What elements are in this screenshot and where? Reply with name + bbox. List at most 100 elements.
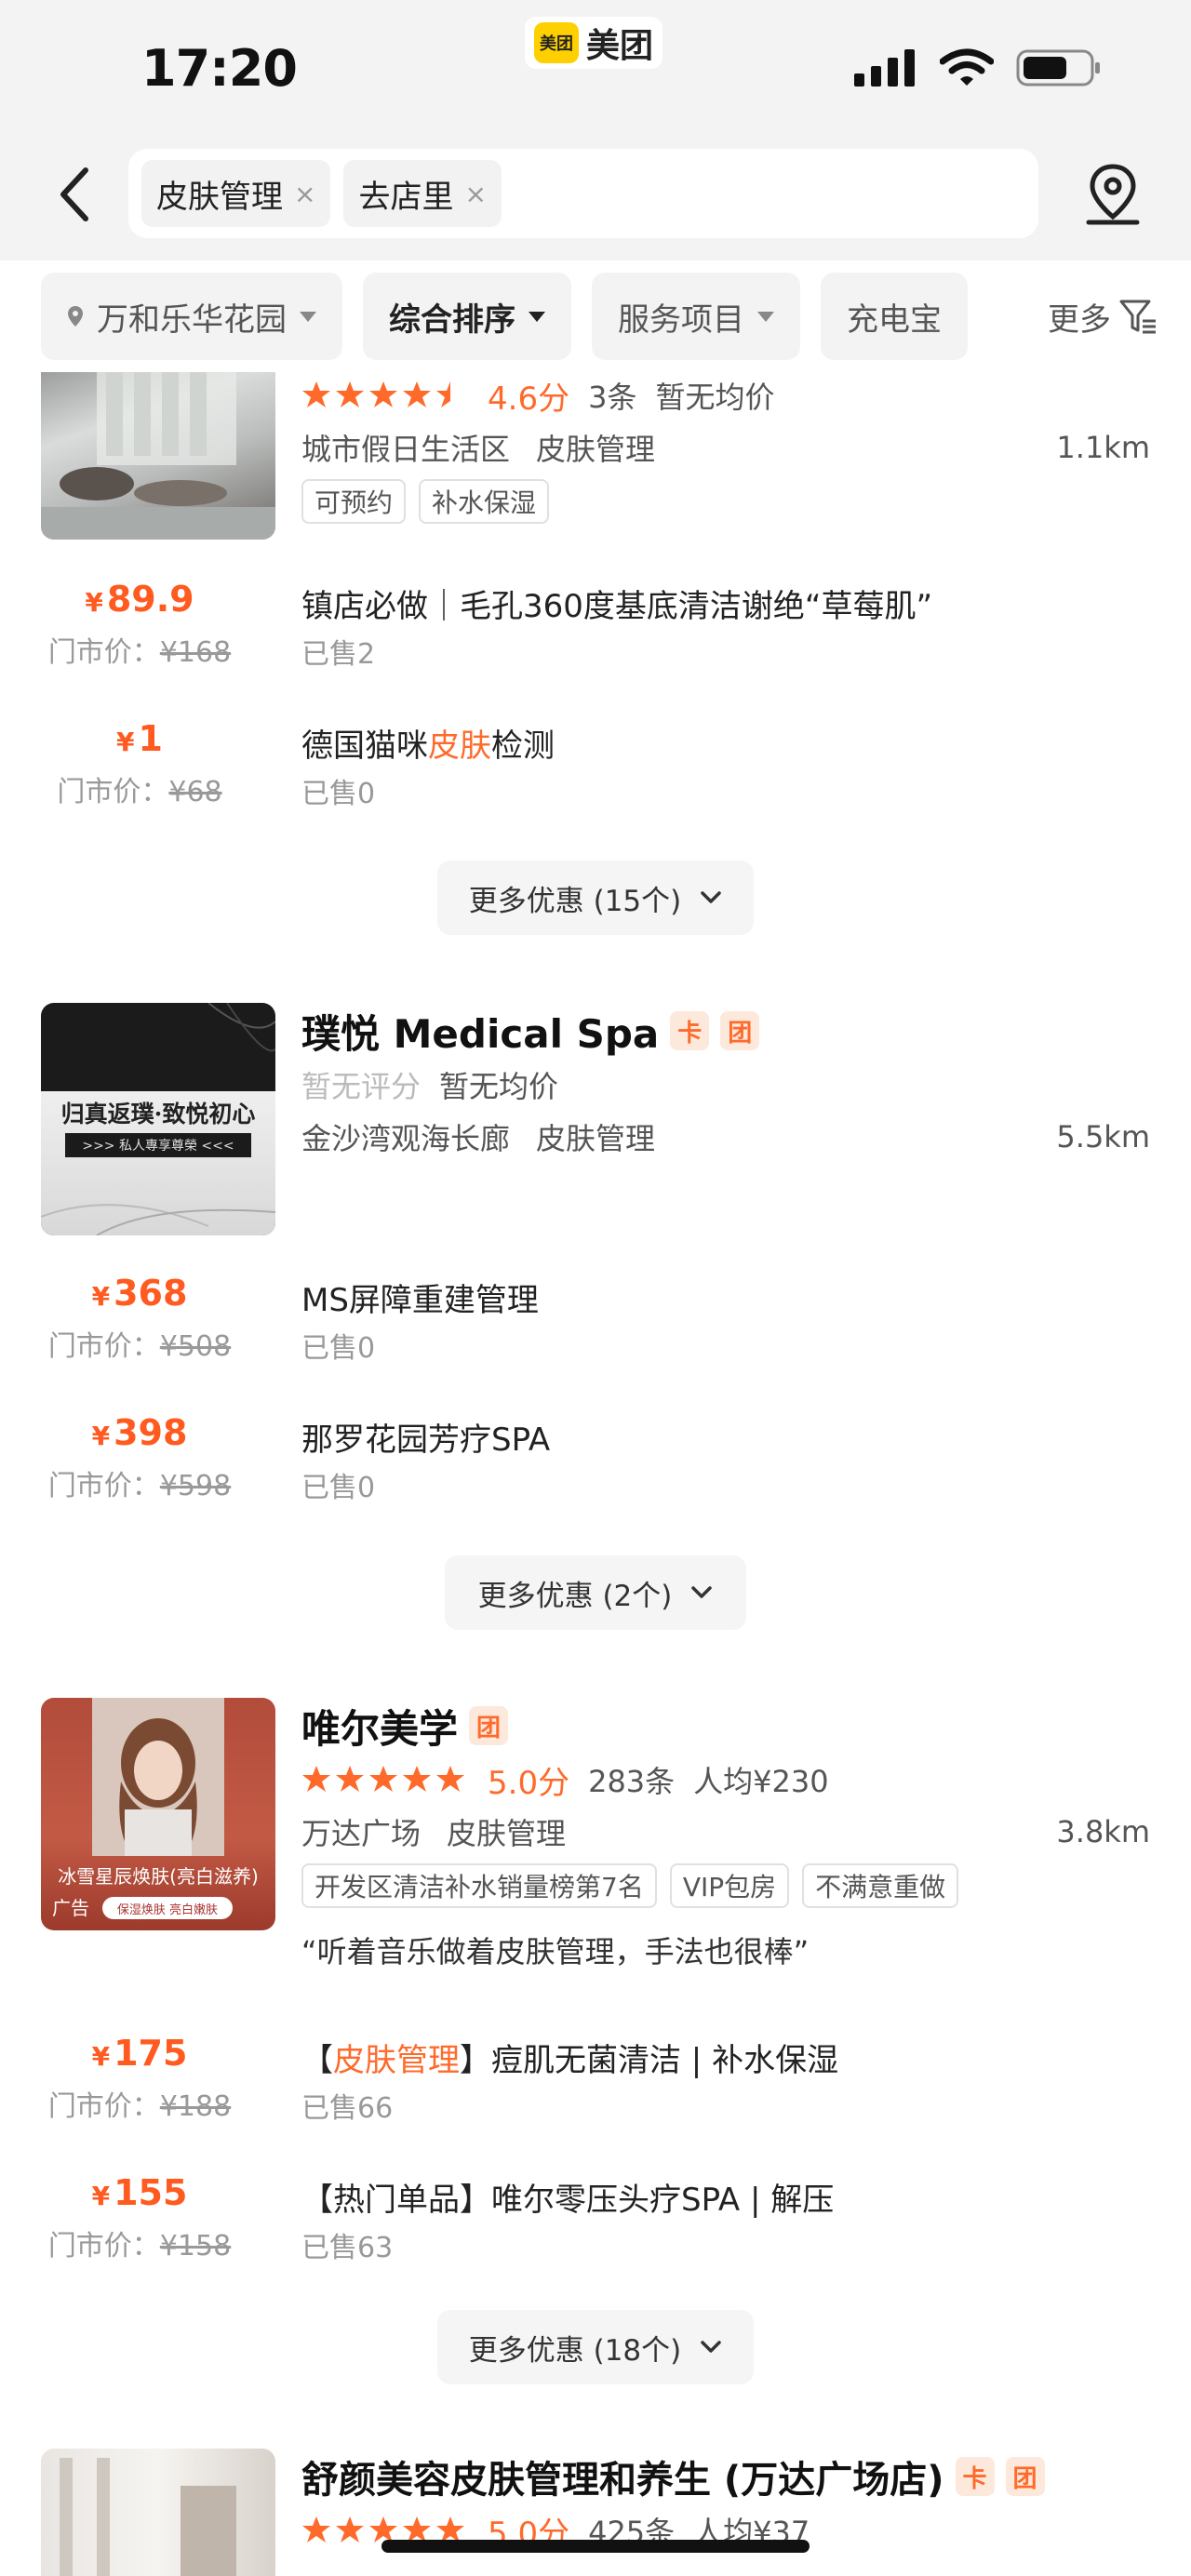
- map-button[interactable]: [1079, 160, 1146, 231]
- card-badge: 卡: [670, 1011, 710, 1050]
- filter-more-button[interactable]: 更多: [1009, 260, 1191, 372]
- deal-item[interactable]: ¥175 门市价：¥188 【皮肤管理】痘肌无菌清洁 | 补水保湿 已售66: [0, 2033, 1191, 2144]
- deal-price: ¥398: [91, 1412, 188, 1453]
- deal-item[interactable]: ¥368 门市价：¥508 MS屏障重建管理 已售0: [0, 1273, 1191, 1384]
- shop-tag: 补水保湿: [419, 479, 550, 524]
- rating-row: 5.0分 283条 人均¥230: [301, 1754, 1150, 1806]
- more-deals-label: 更多优惠 (2个): [477, 1579, 673, 1613]
- deal-item[interactable]: ¥1 门市价：¥68 德国猫咪皮肤检测 已售0: [0, 718, 1191, 830]
- shop-distance: 1.1km: [1056, 430, 1150, 465]
- filter-service[interactable]: 服务项目: [592, 273, 800, 360]
- deal-sold-count: 已售2: [301, 638, 376, 671]
- filter-sort[interactable]: 综合排序: [363, 273, 571, 360]
- location-row: 万达广场 皮肤管理 3.8km: [301, 1806, 1150, 1858]
- dropdown-triangle-icon: [529, 311, 545, 322]
- deal-item[interactable]: ¥89.9 门市价：¥168 镇店必做｜毛孔360度基底清洁谢绝“草莓肌” 已售…: [0, 579, 1191, 690]
- shop-tag: VIP包房: [669, 1863, 790, 1908]
- search-chip-store[interactable]: 去店里 ×: [343, 160, 502, 227]
- deal-title: 镇店必做｜毛孔360度基底清洁谢绝“草莓肌”: [301, 588, 933, 625]
- shop-thumbnail[interactable]: 归真返璞·致悦初心 >>> 私人專享尊榮 <<<: [41, 1003, 275, 1235]
- deal-sold-count: 已售0: [301, 778, 376, 810]
- salon-room-image: [60, 2458, 236, 2576]
- shop-info: 璞悦 Medical Spa 卡 团 暂无评分 暂无均价 金沙湾观海长廊 皮肤管…: [301, 1003, 1150, 1163]
- filter-location[interactable]: 万和乐华花园: [41, 273, 342, 360]
- avg-price: 暂无均价: [655, 380, 775, 415]
- wifi-icon: [940, 48, 994, 86]
- shop-tag: 可预约: [301, 479, 407, 524]
- funnel-filter-icon: [1119, 300, 1156, 334]
- shop-name-text: 舒颜美容皮肤管理和养生 (万达广场店): [301, 2459, 944, 2502]
- location-row: 金沙湾观海长廊 皮肤管理 5.5km: [301, 1111, 1150, 1163]
- chevron-down-icon: [701, 891, 721, 903]
- thumbnail-subtitle: 保湿焕肤 亮白嫩肤: [102, 1897, 233, 1919]
- chip-close-icon[interactable]: ×: [294, 179, 315, 209]
- filter-service-label: 服务项目: [618, 300, 744, 339]
- location-pin-icon: [68, 306, 83, 327]
- meituan-logo: 美团: [534, 22, 579, 63]
- battery-icon: [1016, 49, 1100, 87]
- rating-row: 暂无评分 暂无均价: [301, 1059, 1150, 1111]
- shop-thumbnail[interactable]: [41, 372, 275, 540]
- rating-score: 5.0分: [488, 1764, 570, 1802]
- location-row: 城市假日生活区 皮肤管理 1.1km: [301, 421, 1150, 474]
- avg-price: 暂无均价: [439, 1069, 559, 1104]
- deal-item[interactable]: ¥155 门市价：¥158 【热门单品】唯尔零压头疗SPA | 解压 已售63: [0, 2172, 1191, 2284]
- deal-sold-count: 已售0: [301, 1332, 376, 1365]
- chip-close-icon[interactable]: ×: [464, 179, 486, 209]
- shop-tag: 开发区清洁补水销量榜第7名: [301, 1863, 657, 1908]
- group-buy-badge: 团: [1005, 2457, 1045, 2496]
- shop-name[interactable]: 璞悦 Medical Spa 卡 团: [301, 1003, 1150, 1059]
- deal-original-price: 门市价：¥68: [57, 776, 222, 808]
- more-deals-label: 更多优惠 (15个): [468, 884, 682, 918]
- shop-name-text: 唯尔美学: [301, 1705, 459, 1752]
- deal-sold-count: 已售63: [301, 2232, 394, 2264]
- deal-title: 【皮肤管理】痘肌无菌清洁 | 补水保湿: [301, 2042, 839, 2079]
- more-deals-button[interactable]: 更多优惠 (2个): [445, 1555, 746, 1630]
- search-box[interactable]: 皮肤管理 × 去店里 ×: [128, 149, 1038, 238]
- thumbnail-slogan: 冰雪星辰焕肤(亮白滋养): [58, 1865, 259, 1888]
- map-pin-icon: [1086, 164, 1140, 225]
- deal-original-price: 门市价：¥168: [47, 636, 232, 669]
- back-button[interactable]: [48, 162, 100, 227]
- shop-thumbnail[interactable]: [41, 2449, 275, 2576]
- home-indicator[interactable]: [381, 2540, 810, 2553]
- deal-original-price: 门市价：¥598: [47, 1470, 232, 1502]
- rating-row: 4.6分 3条 暂无均价: [301, 372, 1150, 421]
- dropdown-triangle-icon: [757, 311, 774, 322]
- filter-charger[interactable]: 充电宝: [821, 273, 968, 360]
- avg-price: 人均¥230: [693, 1764, 829, 1799]
- shop-info: 唯尔美学 团 5.0分 283条 人均¥230 万达广场 皮肤管理 3.8km …: [301, 1698, 1150, 1971]
- shop-tags: 可预约 补水保湿: [301, 479, 1150, 524]
- chevron-down-icon: [691, 1586, 713, 1598]
- deal-original-price: 门市价：¥508: [47, 1330, 232, 1363]
- shop-name[interactable]: 唯尔美学 团: [301, 1698, 1150, 1754]
- more-deals-button[interactable]: 更多优惠 (15个): [437, 861, 754, 935]
- shop-name[interactable]: 舒颜美容皮肤管理和养生 (万达广场店) 卡 团: [301, 2449, 1150, 2504]
- deal-price: ¥89.9: [85, 579, 194, 620]
- filter-sort-label: 综合排序: [389, 300, 515, 339]
- rating-stars-icon: [302, 381, 450, 407]
- deal-title: MS屏障重建管理: [301, 1282, 539, 1319]
- search-chip-skin[interactable]: 皮肤管理 ×: [141, 160, 331, 227]
- shop-category: 皮肤管理: [536, 432, 656, 467]
- deal-title: 【热门单品】唯尔零压头疗SPA | 解压: [301, 2182, 835, 2219]
- shop-category: 皮肤管理: [447, 1816, 567, 1851]
- deal-title: 那罗花园芳疗SPA: [301, 1421, 551, 1459]
- group-buy-badge: 团: [720, 1011, 760, 1050]
- deal-item[interactable]: ¥398 门市价：¥598 那罗花园芳疗SPA 已售0: [0, 1412, 1191, 1524]
- chip-label: 去店里: [358, 178, 454, 216]
- shop-category: 皮肤管理: [536, 1121, 656, 1156]
- deal-sold-count: 已售0: [301, 1472, 376, 1504]
- chevron-left-icon: [60, 167, 88, 221]
- shop-tags: 开发区清洁补水销量榜第7名 VIP包房 不满意重做: [301, 1863, 1150, 1908]
- shop-thumbnail[interactable]: 冰雪星辰焕肤(亮白滋养) 广告 保湿焕肤 亮白嫩肤: [41, 1698, 275, 1930]
- status-bar: 17:20 美团 美团: [0, 0, 1191, 140]
- deal-price: ¥155: [91, 2172, 188, 2213]
- filter-charger-label: 充电宝: [847, 300, 942, 339]
- more-deals-button[interactable]: 更多优惠 (18个): [437, 2310, 754, 2384]
- rating-stars-icon: [302, 1766, 464, 1792]
- dropdown-triangle-icon: [300, 311, 316, 322]
- no-rating: 暂无评分: [301, 1069, 422, 1104]
- deal-original-price: 门市价：¥158: [47, 2230, 232, 2262]
- shop-tag: 不满意重做: [802, 1863, 959, 1908]
